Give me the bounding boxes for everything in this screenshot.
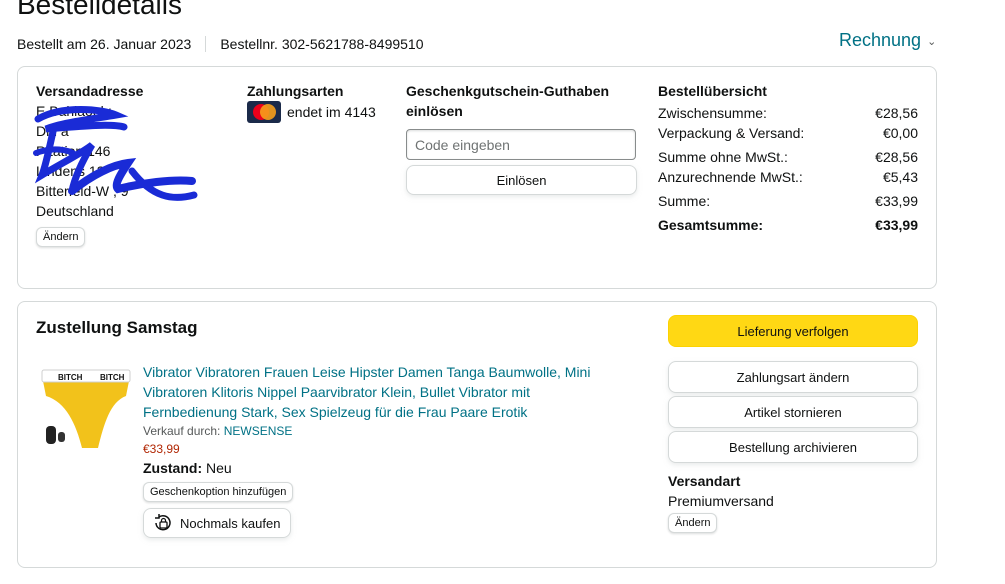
archive-order-button[interactable]: Bestellung archivieren	[668, 431, 918, 463]
delivery-card: Zustellung Samstag BITCH BITCH Vibrator …	[17, 301, 937, 568]
shipping-address: E Bahlaoglu Dril a P tation 146 Lindens …	[33, 101, 226, 221]
summary-row: Zwischensumme: €28,56	[658, 105, 918, 121]
track-delivery-button[interactable]: Lieferung verfolgen	[668, 315, 918, 347]
order-meta: Bestellt am 26. Januar 2023 Bestellnr. 3…	[17, 36, 424, 52]
shipping-address-section: Versandadresse E Bahlaoglu Dril a P tati…	[33, 81, 226, 247]
order-summary: Bestellübersicht Zwischensumme: €28,56 Ve…	[658, 81, 918, 235]
product-image-text: BITCH	[58, 373, 83, 382]
item-price: €33,99	[143, 442, 180, 456]
add-gift-option-button[interactable]: Geschenkoption hinzufügen	[143, 482, 294, 502]
divider	[205, 36, 207, 52]
product-details: Vibrator Vibratoren Frauen Leise Hipster…	[143, 362, 613, 538]
order-actions: Lieferung verfolgen Zahlungsart ändern A…	[668, 315, 919, 533]
change-shipping-button[interactable]: Ändern	[668, 513, 718, 533]
delivery-title: Zustellung Samstag	[36, 318, 198, 337]
cancel-items-button[interactable]: Artikel stornieren	[668, 396, 918, 428]
seller-link[interactable]: NEWSENSE	[224, 424, 293, 438]
change-address-button[interactable]: Ändern	[36, 227, 86, 247]
item-condition: Zustand: Neu	[143, 460, 232, 476]
grand-total-row: Gesamtsumme: €33,99	[658, 217, 918, 233]
summary-row: Summe: €33,99	[658, 193, 918, 209]
gift-card-heading: Geschenkgutschein-Guthaben einlösen	[406, 83, 610, 119]
change-payment-button[interactable]: Zahlungsart ändern	[668, 361, 918, 393]
payment-section: Zahlungsarten endet im 4143	[247, 81, 397, 123]
shipping-method-value: Premiumversand	[668, 493, 774, 509]
address-line: Bitterfeld-W , 9	[36, 183, 129, 199]
invoice-dropdown[interactable]: Rechnung ⌄	[839, 30, 936, 51]
buy-again-label: Nochmals kaufen	[180, 515, 281, 531]
address-line: Dril a	[36, 123, 69, 139]
order-number: Bestellnr. 302-5621788-8499510	[220, 36, 424, 52]
summary-row: Anzurechnende MwSt.: €5,43	[658, 169, 918, 185]
mastercard-icon	[247, 101, 281, 123]
shipping-address-heading: Versandadresse	[36, 83, 144, 99]
address-line: E Bahlaoglu	[36, 103, 112, 119]
summary-row: Verpackung & Versand: €0,00	[658, 125, 918, 141]
gift-code-input[interactable]	[406, 129, 636, 160]
product-image[interactable]: BITCH BITCH	[40, 362, 132, 452]
card-ending: endet im 4143	[287, 104, 376, 120]
buy-again-button[interactable]: Nochmals kaufen	[143, 508, 292, 538]
seller-info: Verkauf durch: NEWSENSE	[143, 424, 293, 438]
order-summary-heading: Bestellübersicht	[658, 83, 767, 99]
order-date: Bestellt am 26. Januar 2023	[17, 36, 192, 52]
payment-heading: Zahlungsarten	[247, 83, 344, 99]
order-info-card: Versandadresse E Bahlaoglu Dril a P tati…	[17, 66, 937, 289]
summary-row: Summe ohne MwSt.: €28,56	[658, 149, 918, 165]
address-line: Lindens 13	[36, 163, 105, 179]
buy-again-icon	[155, 514, 171, 531]
shipping-method-heading: Versandart	[668, 473, 741, 489]
product-title-link[interactable]: Vibrator Vibratoren Frauen Leise Hipster…	[143, 362, 613, 422]
page-title: Bestelldetails	[17, 0, 182, 20]
address-line: Deutschland	[36, 203, 114, 219]
address-line: P tation 146	[36, 143, 111, 159]
chevron-down-icon: ⌄	[927, 36, 937, 48]
invoice-label: Rechnung	[839, 30, 922, 50]
gift-card-section: Geschenkgutschein-Guthaben einlösen Einl…	[406, 81, 638, 195]
redeem-button[interactable]: Einlösen	[406, 165, 637, 195]
product-image-text: BITCH	[100, 373, 125, 382]
